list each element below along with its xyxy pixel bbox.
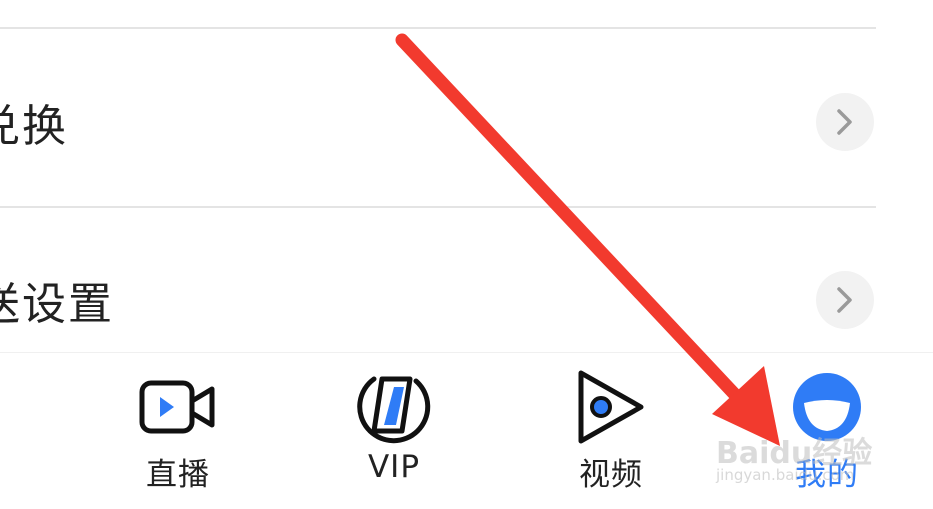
tab-label: VIP xyxy=(367,449,421,485)
settings-row-label: 送设置 xyxy=(0,279,114,330)
top-divider xyxy=(0,27,876,29)
tab-video[interactable]: 视频 xyxy=(541,353,681,509)
settings-row-exchange[interactable]: 兑换 xyxy=(0,36,876,208)
vip-icon xyxy=(354,371,434,444)
chevron-right-icon xyxy=(816,271,874,329)
row-divider xyxy=(0,206,876,208)
tab-label: 视频 xyxy=(579,457,643,493)
tab-label: 直播 xyxy=(146,457,210,493)
tab-live[interactable]: 直播 xyxy=(108,353,248,509)
video-play-icon xyxy=(571,370,651,444)
live-camera-icon xyxy=(138,371,218,443)
chevron-right-icon xyxy=(816,93,874,151)
settings-row-label: 兑换 xyxy=(0,101,68,152)
watermark-url: jingyan.baidu.com xyxy=(716,466,855,484)
tab-vip[interactable]: VIP xyxy=(324,353,464,509)
